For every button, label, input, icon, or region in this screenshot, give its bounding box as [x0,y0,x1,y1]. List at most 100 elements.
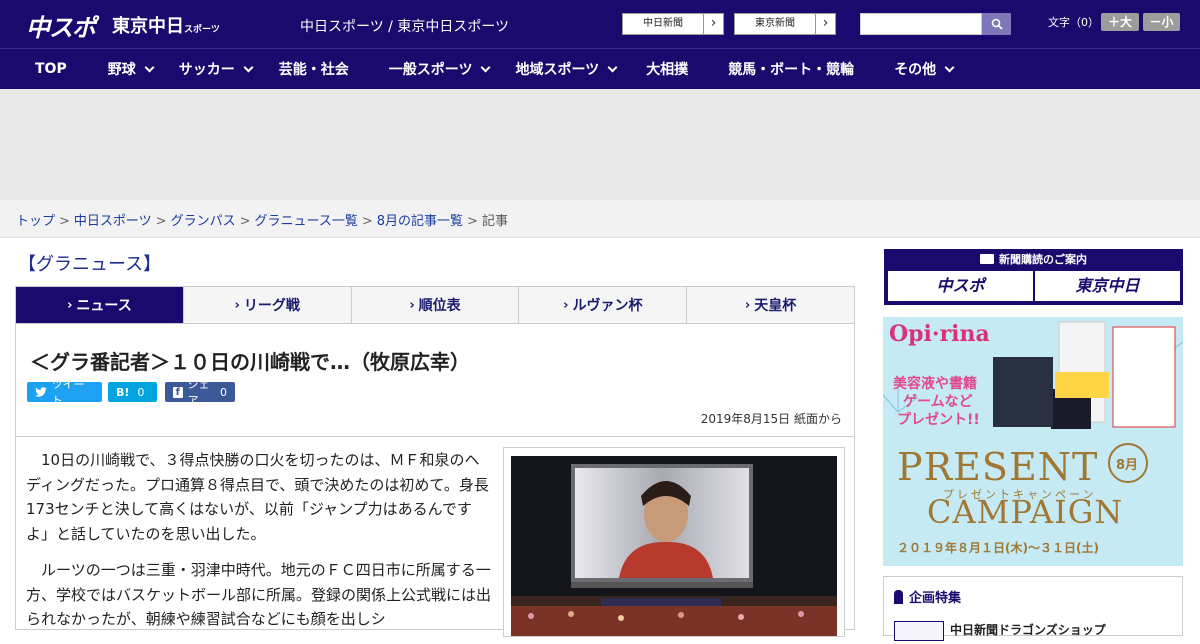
main-nav: TOP 野球 サッカー 芸能・社会 一般スポーツ 地域スポーツ 大相撲 競馬・ボ… [0,48,1200,89]
breadcrumb-separator: > [361,214,373,229]
tab-levain-cup[interactable]: › ルヴァン杯 [518,287,686,323]
top-header: 中スポ 東京中日スポーツ 中日スポーツ / 東京中日スポーツ 中日新聞 › 東京… [0,0,1200,48]
tab-news[interactable]: › ニュース [16,287,183,323]
tokyo-chunichi-logo[interactable]: 東京中日スポーツ [112,12,220,38]
stadium-screen-photo [511,456,837,636]
promo-line1: 美容液や書籍 [893,376,977,392]
article-photo-frame [503,447,845,637]
breadcrumb-separator: > [239,214,251,229]
nav-item-local-sports[interactable]: 地域スポーツ [515,49,618,89]
article-photo[interactable] [511,456,837,636]
promo-month: 8月 [1116,458,1139,473]
hatena-icon: B! [116,385,130,399]
tab-label: 天皇杯 [754,298,797,314]
tab-emperors-cup[interactable]: › 天皇杯 [686,287,854,323]
article-headline: ＜グラ番記者＞１０日の川崎戦で…（牧原広幸） [30,350,470,374]
feature-heading: 企画特集 [894,587,961,606]
promo-brand: Opi·rina [889,321,990,347]
nav-item-racing[interactable]: 競馬・ボート・競輪 [728,49,854,89]
tokyo-shimbun-link[interactable]: 東京新聞 › [734,13,836,35]
nav-label: 野球 [107,62,136,78]
tokyo-chunichi-logo-text: 東京中日 [112,16,184,37]
tab-league[interactable]: › リーグ戦 [182,287,351,323]
newspaper-icon [980,254,994,264]
tab-label: ニュース [76,298,132,314]
facebook-share-count: 0 [220,385,227,399]
subscribe-tokyo-chunichi-button[interactable]: 東京中日 [1035,271,1180,301]
chunichi-shimbun-link[interactable]: 中日新聞 › [622,13,724,35]
chevron-down-icon [607,62,618,72]
breadcrumb-link[interactable]: グランパス [171,214,236,229]
tokyo-shimbun-label: 東京新聞 [755,18,795,29]
chevron-down-icon [243,62,254,72]
chevron-right-icon: › [815,14,835,34]
nav-item-soccer[interactable]: サッカー [178,49,254,89]
divider [16,436,854,437]
font-size-down-button[interactable]: －小 [1143,13,1180,31]
font-size-label: 文字（0） [1048,16,1099,29]
hatena-bookmark-button[interactable]: B! 0 [108,382,157,402]
breadcrumb: トップ > 中日スポーツ > グランパス > グラニュース一覧 >8月の記事一覧 > 記事 [0,200,1200,238]
present-campaign-banner[interactable]: Opi·rina 美容液や書籍 ゲームなど プレゼント!! 8月 PRESENT… [883,317,1183,566]
promo-line3: プレゼント!! [897,412,980,428]
chevron-right-icon: › [703,14,723,34]
caret-right-icon: › [744,297,751,313]
tab-label: リーグ戦 [243,298,300,314]
ad-banner-area [0,89,1200,200]
subscription-box: 新聞購読のご案内 中スポ 東京中日 [884,249,1183,305]
nav-item-baseball[interactable]: 野球 [107,49,155,89]
ribbon-icon [894,590,903,604]
chevron-down-icon [481,62,491,72]
nav-label: サッカー [178,62,235,78]
hatena-count: 0 [137,385,145,399]
caret-right-icon: › [67,297,73,313]
facebook-share-button[interactable]: f シェア 0 [165,378,235,407]
breadcrumb-link[interactable]: 8月の記事一覧 [377,214,463,229]
feature-box: 企画特集 中日新聞ドラゴンズショップ [883,576,1183,641]
facebook-share-label: シェア [187,378,210,407]
section-title: 【グラニュース】 [18,254,162,275]
nav-label: 地域スポーツ [515,62,600,78]
caret-right-icon: › [409,297,415,313]
tokyo-chunichi-logo-small: スポーツ [184,25,220,35]
search-icon [991,18,1003,30]
dragons-shop-thumbnail[interactable] [894,621,944,641]
tab-standings[interactable]: › 順位表 [350,287,519,323]
tweet-label: ツイート [51,378,85,407]
nav-item-general-sports[interactable]: 一般スポーツ [388,49,491,89]
subscription-heading-text: 新聞購読のご案内 [999,253,1087,266]
subscription-heading: 新聞購読のご案内 [884,251,1183,267]
chunichi-sports-logo[interactable]: 中スポ [26,8,96,43]
tweet-button[interactable]: ツイート [27,378,102,407]
breadcrumb-link[interactable]: グラニュース一覧 [255,214,358,229]
twitter-icon [35,387,47,397]
breadcrumb-separator: > [155,214,167,229]
nav-label: 芸能・社会 [278,62,349,78]
search-button[interactable] [982,13,1011,35]
article-paragraph: 10日の川崎戦で、３得点快勝の口火を切ったのは、ＭＦ和泉のヘディングだった。プロ… [26,451,489,543]
tab-label: 順位表 [418,298,461,314]
breadcrumb-link[interactable]: 中日スポーツ [74,214,152,229]
feature-heading-text: 企画特集 [909,591,962,606]
nav-item-top[interactable]: TOP [35,49,67,89]
breadcrumb-separator: > [59,214,70,229]
chevron-down-icon [144,62,155,72]
facebook-icon: f [173,386,183,398]
nav-item-sumo[interactable]: 大相撲 [646,49,688,89]
search-input[interactable] [860,13,982,35]
subscribe-chusupo-button[interactable]: 中スポ [888,271,1033,301]
nav-label: 一般スポーツ [388,62,473,78]
nav-label: 大相撲 [646,62,689,78]
font-size-up-button[interactable]: ＋大 [1101,13,1139,31]
nav-item-entertainment[interactable]: 芸能・社会 [279,49,349,89]
breadcrumb-current: 記事 [481,214,508,229]
article-date: 2019年8月15日 紙面から [700,412,842,426]
breadcrumb-link[interactable]: トップ [16,214,55,229]
promo-line2: ゲームなど [903,394,973,410]
article-paragraph: ルーツの一つは三重・羽津中時代。地元のＦＣ四日市に所属する一方、学校ではバスケッ… [26,561,492,628]
nav-item-other[interactable]: その他 [894,49,955,89]
tab-label: ルヴァン杯 [572,298,643,314]
promo-title-campaign: CAMPAIGN [927,493,1124,531]
chevron-down-icon [944,62,955,72]
article: ＜グラ番記者＞１０日の川崎戦で…（牧原広幸） ツイート B! 0 f シェア 0… [15,324,855,637]
